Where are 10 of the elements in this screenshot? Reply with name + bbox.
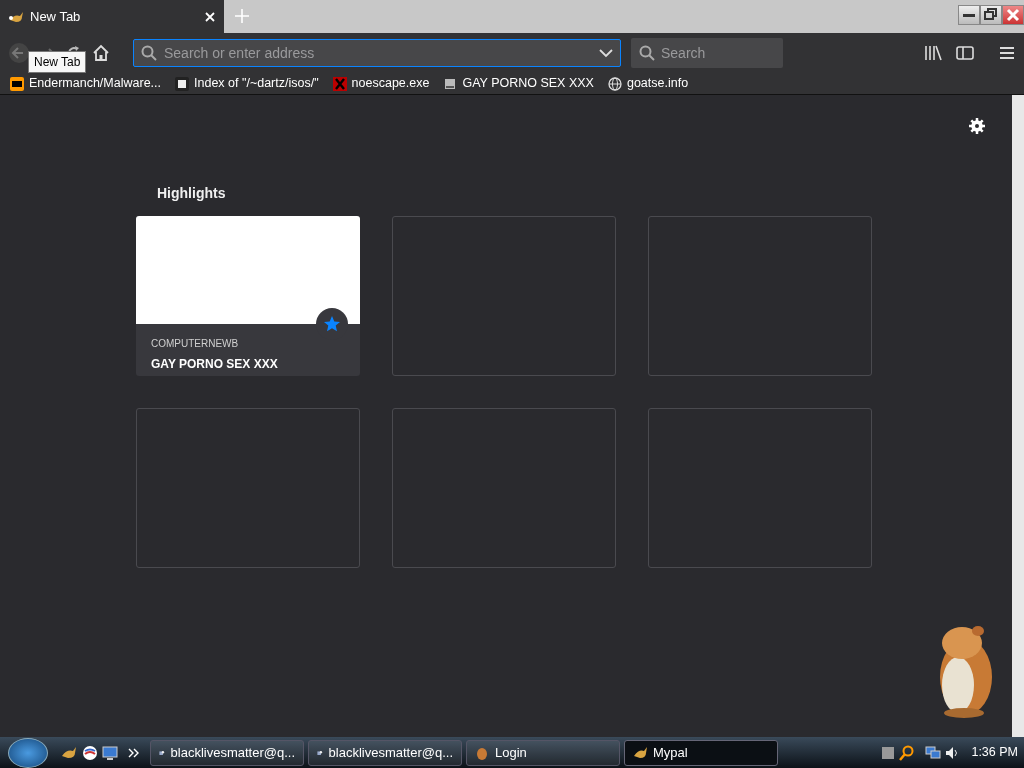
tab-title: New Tab: [30, 7, 82, 26]
taskbar-label: blacklivesmatter@q...: [328, 743, 453, 762]
section-heading: Highlights: [157, 184, 227, 203]
taskbar-label: Login: [495, 743, 527, 762]
page-title: GAY PORNO SEX XXX: [151, 356, 279, 373]
taskbar-label: Mypal: [653, 743, 688, 762]
site-name: COMPUTERNEWB: [151, 337, 240, 351]
clock: 1:36 PM: [971, 744, 1018, 762]
taskbar-label: blacklivesmatter@q...: [170, 743, 295, 762]
tooltip: New Tab: [28, 51, 87, 73]
